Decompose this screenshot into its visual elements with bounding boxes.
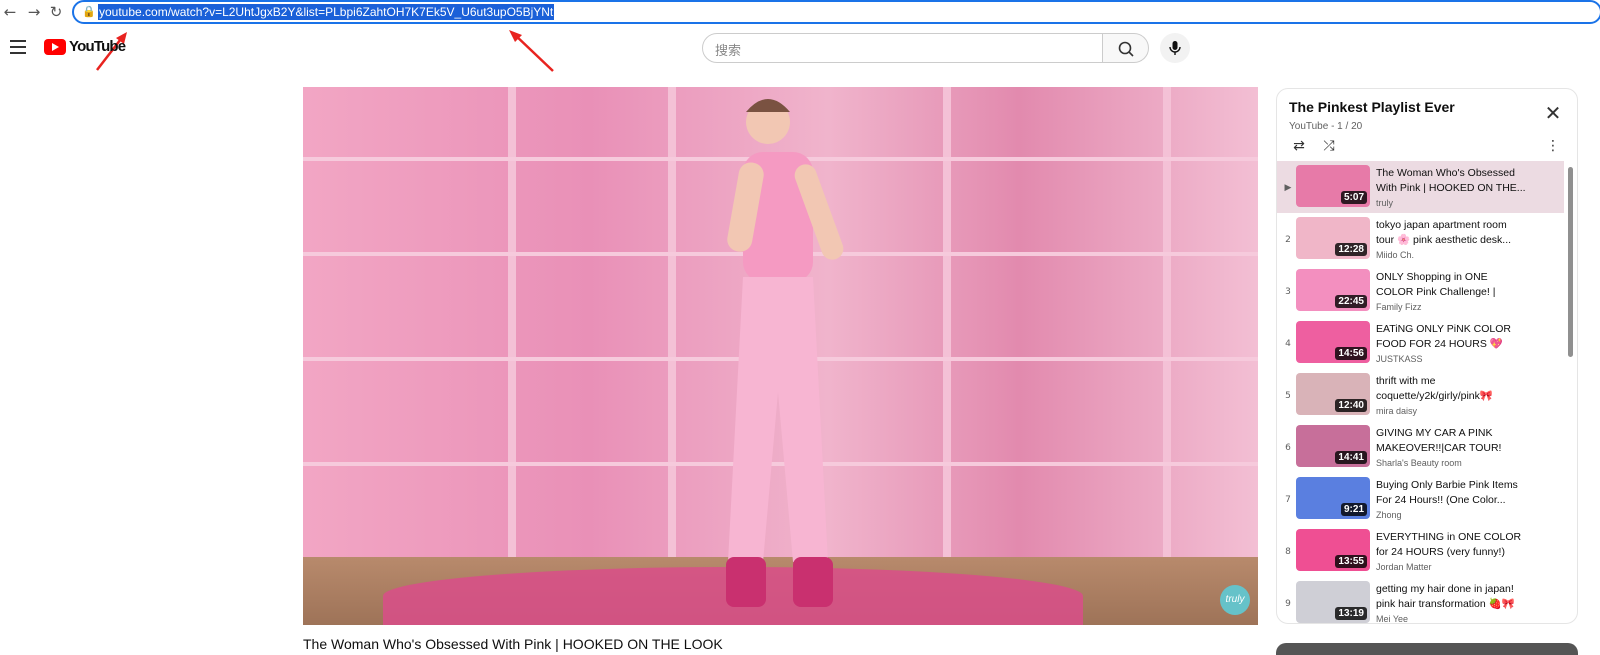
logo-text: YouTube xyxy=(69,38,126,55)
now-playing-icon: ▶ xyxy=(1284,183,1292,193)
lock-icon: 🔒 xyxy=(82,5,96,18)
playlist-title[interactable]: The Pinkest Playlist Ever xyxy=(1289,99,1455,115)
menu-icon[interactable] xyxy=(10,40,26,54)
playlist-item[interactable]: 4 14:56 EATiNG ONLY PiNK COLOR FOOD FOR … xyxy=(1277,317,1564,369)
video-thumbnail: 13:19 xyxy=(1296,581,1370,623)
duration-badge: 12:28 xyxy=(1335,243,1367,256)
duration-badge: 9:21 xyxy=(1340,503,1367,516)
item-channel: Jordan Matter xyxy=(1376,562,1432,572)
item-index: 7 xyxy=(1285,495,1291,505)
shelf-post xyxy=(668,87,676,625)
channel-watermark[interactable]: truly xyxy=(1220,585,1250,615)
playlist-item[interactable]: 3 22:45 ONLY Shopping in ONE COLOR Pink … xyxy=(1277,265,1564,317)
item-index: 3 xyxy=(1285,287,1291,297)
search-input[interactable]: 搜索 xyxy=(702,33,1103,63)
playlist-subtitle: YouTube - 1 / 20 xyxy=(1289,121,1363,132)
reload-icon[interactable]: ↻ xyxy=(46,2,66,22)
video-thumbnail: 5:07 xyxy=(1296,165,1370,207)
duration-badge: 22:45 xyxy=(1335,295,1367,308)
microphone-icon xyxy=(1169,41,1181,55)
duration-badge: 14:56 xyxy=(1335,347,1367,360)
duration-badge: 5:07 xyxy=(1340,191,1367,204)
item-channel: Sharla's Beauty room xyxy=(1376,458,1462,468)
voice-search-button[interactable] xyxy=(1160,33,1190,63)
video-thumbnail: 22:45 xyxy=(1296,269,1370,311)
shelf-post xyxy=(943,87,951,625)
address-bar-url[interactable]: youtube.com/watch?v=L2UhtJgxB2Y&list=PLb… xyxy=(98,4,555,20)
item-title: GIVING MY CAR A PINK MAKEOVER!!|CAR TOUR… xyxy=(1376,427,1502,454)
more-options-icon[interactable]: ⋮ xyxy=(1543,137,1563,155)
video-thumbnail: 13:55 xyxy=(1296,529,1370,571)
item-title: getting my hair done in japan! pink hair… xyxy=(1376,583,1515,610)
playlist-item[interactable]: 8 13:55 EVERYTHING in ONE COLOR for 24 H… xyxy=(1277,525,1564,577)
youtube-header: YouTube 搜索 xyxy=(0,24,1600,80)
duration-badge: 14:41 xyxy=(1335,451,1367,464)
item-title: Buying Only Barbie Pink Items For 24 Hou… xyxy=(1376,479,1518,506)
shelf-post xyxy=(1163,87,1171,625)
video-thumbnail: 14:56 xyxy=(1296,321,1370,363)
item-channel: JUSTKASS xyxy=(1376,354,1423,364)
item-title: EVERYTHING in ONE COLOR for 24 HOURS (ve… xyxy=(1376,531,1522,558)
shuffle-icon[interactable]: ⤮ xyxy=(1319,137,1339,155)
item-channel: Family Fizz xyxy=(1376,302,1422,312)
item-title: tokyo japan apartment room tour 🌸 pink a… xyxy=(1376,219,1512,246)
item-title: The Woman Who's Obsessed With Pink | HOO… xyxy=(1376,167,1526,194)
item-channel: truly xyxy=(1376,198,1394,208)
playlist-items: ▶ 5:07 The Woman Who's Obsessed With Pin… xyxy=(1277,161,1577,624)
playlist-item[interactable]: 2 12:28 tokyo japan apartment room tour … xyxy=(1277,213,1564,265)
video-thumbnail: 9:21 xyxy=(1296,477,1370,519)
video-title: The Woman Who's Obsessed With Pink | HOO… xyxy=(303,636,723,652)
item-title: ONLY Shopping in ONE COLOR Pink Challeng… xyxy=(1376,271,1496,298)
video-thumbnail: 14:41 xyxy=(1296,425,1370,467)
item-index: 4 xyxy=(1285,339,1291,349)
video-thumbnail: 12:28 xyxy=(1296,217,1370,259)
playlist-item[interactable]: ▶ 5:07 The Woman Who's Obsessed With Pin… xyxy=(1277,161,1564,213)
close-icon[interactable]: ✕ xyxy=(1543,103,1563,123)
item-title: thrift with me coquette/y2k/girly/pink🎀 xyxy=(1376,375,1493,402)
shelf-post xyxy=(508,87,516,625)
item-channel: Zhong xyxy=(1376,510,1402,520)
playlist-item[interactable]: 6 14:41 GIVING MY CAR A PINK MAKEOVER!!|… xyxy=(1277,421,1564,473)
search-button[interactable] xyxy=(1102,33,1149,63)
item-index: 2 xyxy=(1285,235,1291,245)
back-arrow-icon[interactable]: ← xyxy=(0,2,20,22)
playlist-scrollbar[interactable] xyxy=(1568,167,1573,357)
video-player[interactable]: truly xyxy=(303,87,1258,625)
loop-icon[interactable]: ⇄ xyxy=(1289,137,1309,155)
browser-toolbar: ← → ↻ 🔒 youtube.com/watch?v=L2UhtJgxB2Y&… xyxy=(0,0,1600,24)
item-index: 5 xyxy=(1285,391,1291,401)
forward-arrow-icon[interactable]: → xyxy=(24,2,44,22)
item-index: 9 xyxy=(1285,599,1291,609)
item-index: 8 xyxy=(1285,547,1291,557)
next-panel-edge xyxy=(1276,643,1578,655)
duration-badge: 13:55 xyxy=(1335,555,1367,568)
item-channel: Mei Yee xyxy=(1376,614,1409,624)
duration-badge: 12:40 xyxy=(1335,399,1367,412)
search-icon xyxy=(1118,41,1134,57)
person-figure xyxy=(726,99,844,607)
item-channel: mira daisy xyxy=(1376,406,1418,416)
video-thumbnail: 12:40 xyxy=(1296,373,1370,415)
item-channel: Miido Ch. xyxy=(1376,250,1415,260)
item-title: EATiNG ONLY PiNK COLOR FOOD FOR 24 HOURS… xyxy=(1376,323,1511,350)
address-bar[interactable]: 🔒 youtube.com/watch?v=L2UhtJgxB2Y&list=P… xyxy=(72,0,1600,24)
duration-badge: 13:19 xyxy=(1335,607,1367,620)
playlist-item[interactable]: 5 12:40 thrift with me coquette/y2k/girl… xyxy=(1277,369,1564,421)
playlist-item[interactable]: 9 13:19 getting my hair done in japan! p… xyxy=(1277,577,1564,624)
youtube-play-icon xyxy=(44,39,66,55)
playlist-item[interactable]: 7 9:21 Buying Only Barbie Pink Items For… xyxy=(1277,473,1564,525)
playlist-panel: The Pinkest Playlist Ever YouTube - 1 / … xyxy=(1276,88,1578,624)
item-index: 6 xyxy=(1285,443,1291,453)
